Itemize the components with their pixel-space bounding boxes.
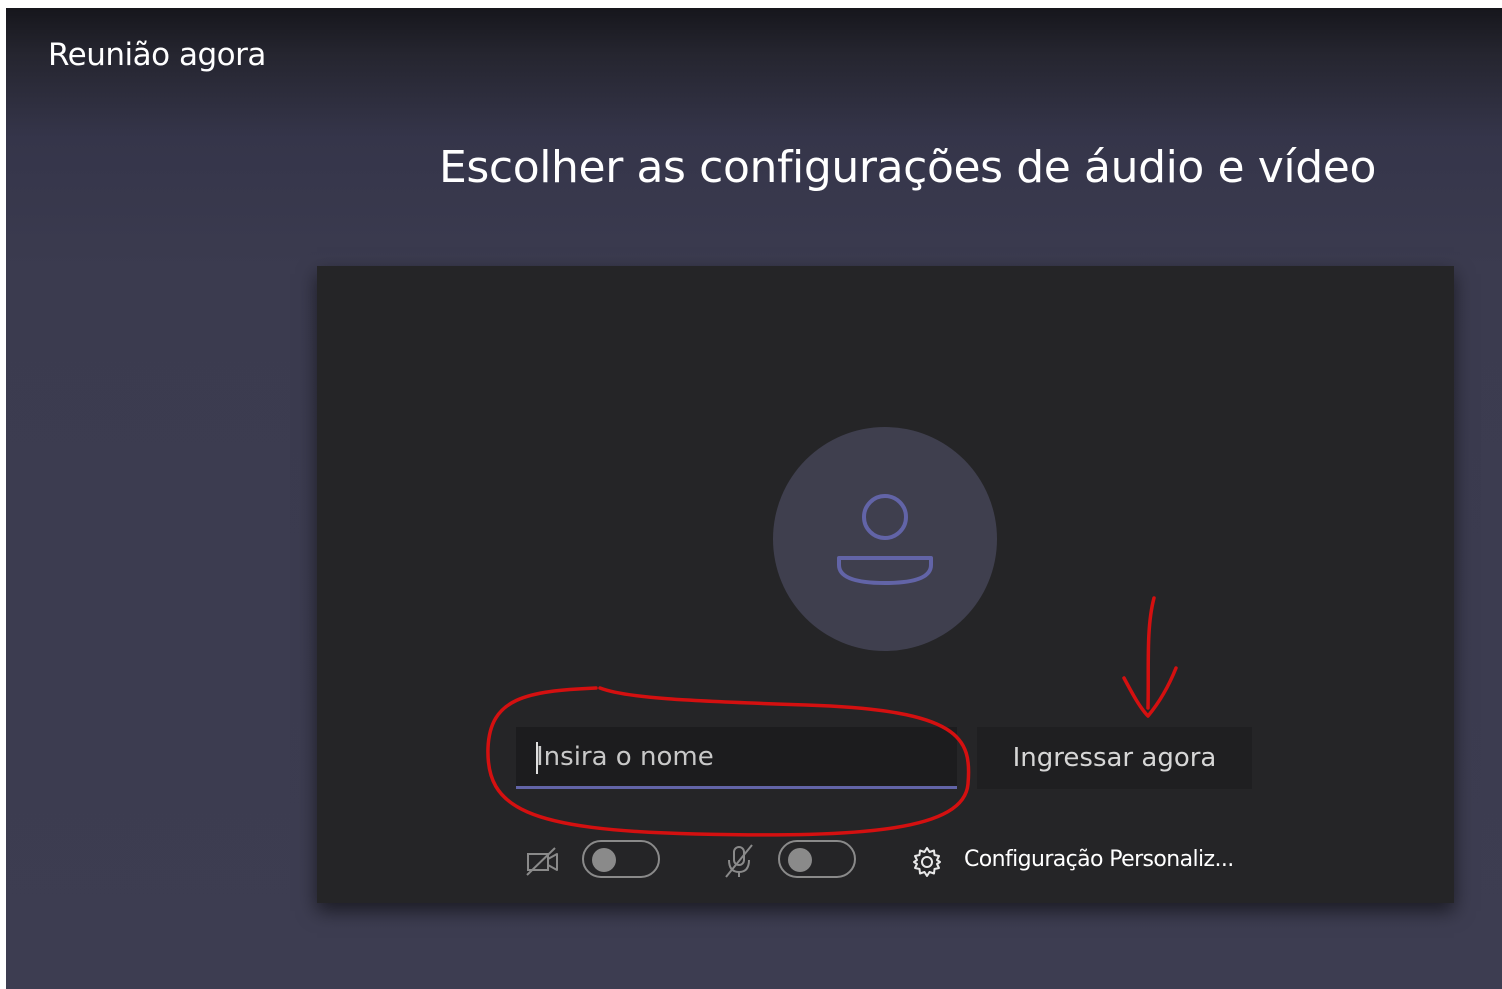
camera-toggle[interactable] [582,840,660,878]
device-controls: Configuração Personaliz... [317,836,1454,886]
meeting-prejoin-window: Reunião agora Escolher as configurações … [6,8,1502,989]
name-input[interactable] [516,727,957,789]
mic-off-icon [725,844,753,878]
device-settings-link[interactable]: Configuração Personaliz... [964,847,1234,872]
avatar [773,427,997,651]
video-preview-panel: Ingressar agora [317,266,1454,903]
microphone-toggle-knob [788,848,812,872]
text-caret [536,742,538,774]
camera-off-icon [526,847,558,876]
page-heading: Escolher as configurações de áudio e víd… [439,142,1376,193]
gear-icon[interactable] [910,845,944,879]
person-icon [837,494,933,585]
join-now-button[interactable]: Ingressar agora [977,727,1252,789]
camera-toggle-knob [592,848,616,872]
window-title: Reunião agora [48,37,266,73]
microphone-toggle[interactable] [778,840,856,878]
